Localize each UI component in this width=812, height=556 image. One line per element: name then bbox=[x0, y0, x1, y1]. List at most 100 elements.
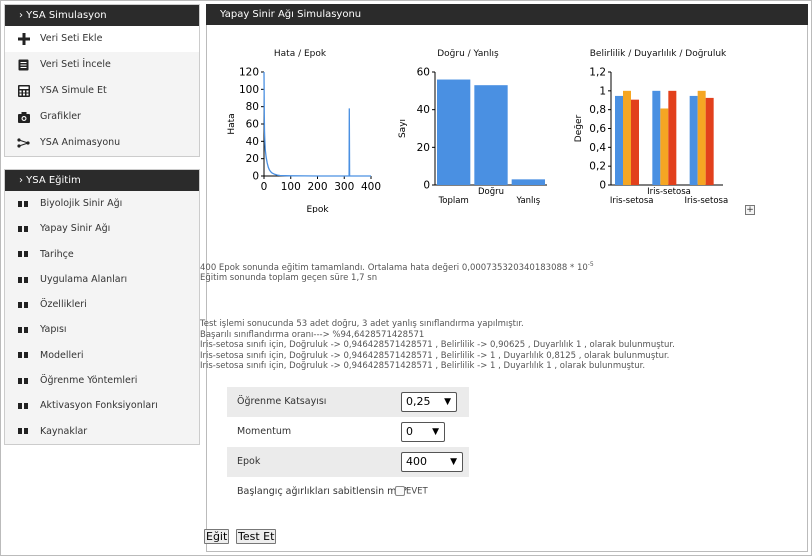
bar bbox=[668, 90, 677, 185]
bullet-icon bbox=[17, 375, 30, 387]
x-tick-label: 200 bbox=[307, 181, 327, 193]
bullet-icon bbox=[17, 349, 30, 361]
x-tick-label: Iris-setosa bbox=[610, 196, 654, 206]
bar bbox=[689, 95, 698, 185]
sidebar-item-artificial-nn[interactable]: Yapay Sinir Ağı bbox=[5, 216, 199, 241]
train-button[interactable]: Eğit bbox=[204, 529, 230, 544]
x-tick-label: Doğru bbox=[478, 187, 504, 197]
sidebar-item-animation[interactable]: YSA Animasyonu bbox=[5, 130, 199, 156]
bullet-icon bbox=[17, 400, 30, 412]
test-info: Test işlemi sonucunda 53 adet doğru, 3 a… bbox=[200, 319, 675, 372]
chart-title-metrics: Belirlilik / Duyarlılık / Doğruluk bbox=[589, 49, 727, 59]
error-epoch-chart: 0 20 40 60 80 100 120 Hata Epok 0 100 200 300 400 bbox=[227, 67, 381, 214]
y-tick-label: 40 bbox=[246, 136, 259, 148]
test-result-text: Test işlemi sonucunda 53 adet doğru, 3 a… bbox=[200, 319, 524, 329]
sidebar-item-label: Aktivasyon Fonksiyonları bbox=[40, 400, 158, 412]
sidebar-item-simulate[interactable]: YSA Simule Et bbox=[5, 78, 199, 104]
network-icon bbox=[17, 137, 30, 149]
sidebar-item-label: Grafikler bbox=[40, 111, 81, 122]
bar bbox=[697, 90, 706, 185]
sidebar-item-add-dataset[interactable]: Veri Seti Ekle bbox=[5, 26, 199, 52]
bar bbox=[623, 90, 631, 185]
camera-icon bbox=[17, 111, 30, 123]
metrics-chart: 00,20,40,60,811,2DeğerSınıfIris-setosaIr… bbox=[574, 67, 728, 207]
bullet-icon bbox=[17, 425, 30, 437]
epoch-row: Epok 400 ▼ bbox=[227, 447, 469, 477]
bar bbox=[705, 97, 714, 185]
chevron-down-icon: ▼ bbox=[432, 427, 439, 437]
sidebar-item-label: Öğrenme Yöntemleri bbox=[40, 375, 138, 387]
sidebar-item-references[interactable]: Kaynaklar bbox=[5, 419, 199, 444]
bar bbox=[437, 79, 471, 185]
sidebar-item-applications[interactable]: Uygulama Alanları bbox=[5, 267, 199, 292]
plus-icon bbox=[17, 33, 30, 45]
y-tick-label: 1 bbox=[599, 85, 606, 97]
learning-rate-select[interactable]: 0,25 ▼ bbox=[401, 392, 457, 412]
sidebar-item-features[interactable]: Özellikleri bbox=[5, 292, 199, 317]
training-result-text: 400 Epok sonunda eğitim tamamlandı. Orta… bbox=[200, 261, 594, 273]
learning-rate-label: Öğrenme Katsayısı bbox=[237, 396, 327, 407]
sidebar-panel-title[interactable]: › YSA Simulasyon bbox=[5, 5, 199, 26]
learning-rate-row: Öğrenme Katsayısı 0,25 ▼ bbox=[227, 387, 469, 417]
y-axis-label: Değer bbox=[574, 114, 584, 142]
momentum-row: Momentum 0 ▼ bbox=[227, 417, 469, 447]
chart-title-error: Hata / Epok bbox=[273, 49, 327, 59]
correct-wrong-chart: 0204060SayıDeğerToplamDoğruYanlış bbox=[398, 67, 547, 206]
y-tick-label: 0 bbox=[599, 180, 606, 192]
fixed-weights-row: Başlangıç ağırlıkları sabitlensin mi ? E… bbox=[227, 477, 469, 507]
x-tick-label: 0 bbox=[261, 181, 268, 193]
sidebar-item-activation-functions[interactable]: Aktivasyon Fonksiyonları bbox=[5, 393, 199, 418]
y-axis-label: Sayı bbox=[398, 119, 408, 138]
sidebar-item-learning-methods[interactable]: Öğrenme Yöntemleri bbox=[5, 368, 199, 393]
bullet-icon bbox=[17, 274, 30, 286]
epoch-select[interactable]: 400 ▼ bbox=[401, 452, 463, 472]
fixed-weights-option: EVET bbox=[395, 486, 428, 497]
sidebar-item-biological-nn[interactable]: Biyolojik Sinir Ağı bbox=[5, 191, 199, 216]
sidebar-item-models[interactable]: Modelleri bbox=[5, 343, 199, 368]
sidebar-panel-simulation: › YSA Simulasyon Veri Seti Ekle Veri Set… bbox=[4, 4, 200, 157]
sidebar-item-label: Modelleri bbox=[40, 349, 84, 361]
y-tick-label: 100 bbox=[239, 84, 259, 96]
sidebar-panel-training: › YSA Eğitim Biyolojik Sinir Ağı Yapay S… bbox=[4, 169, 200, 445]
y-tick-label: 0,4 bbox=[589, 142, 606, 154]
test-button[interactable]: Test Et bbox=[236, 529, 277, 544]
class-result-text: Iris-setosa sınıfı için, Doğruluk -> 0,9… bbox=[200, 350, 670, 361]
chevron-down-icon: ▼ bbox=[444, 397, 451, 407]
fixed-weights-label: Başlangıç ağırlıkları sabitlensin mi ? bbox=[237, 486, 408, 497]
sidebar-item-label: YSA Simule Et bbox=[40, 85, 107, 96]
training-info: 400 Epok sonunda eğitim tamamlandı. Orta… bbox=[200, 260, 594, 284]
momentum-select[interactable]: 0 ▼ bbox=[401, 422, 445, 442]
y-tick-label: 1,2 bbox=[589, 67, 606, 79]
bar bbox=[474, 85, 508, 185]
y-tick-label: 0 bbox=[423, 180, 430, 192]
chart-title-correct-wrong: Doğru / Yanlış bbox=[437, 49, 499, 59]
sidebar-panel-title[interactable]: › YSA Eğitim bbox=[5, 170, 199, 191]
expand-button[interactable]: + bbox=[745, 205, 755, 215]
y-tick-label: 60 bbox=[246, 119, 259, 131]
y-tick-label: 40 bbox=[417, 104, 430, 116]
sidebar-item-history[interactable]: Tarihçe bbox=[5, 242, 199, 267]
sidebar-item-structure[interactable]: Yapısı bbox=[5, 317, 199, 342]
bar bbox=[615, 95, 623, 185]
success-rate-text: Başarılı sınıflandırma oranı---> %94,642… bbox=[200, 329, 425, 340]
x-tick-label: 100 bbox=[281, 181, 301, 193]
fixed-weights-checkbox[interactable] bbox=[395, 486, 405, 496]
x-tick-label: Yanlış bbox=[515, 196, 540, 206]
sidebar-item-label: Özellikleri bbox=[40, 299, 87, 311]
training-time-text: Eğitim sonunda toplam geçen süre 1,7 sn bbox=[200, 273, 378, 284]
sidebar-item-label: YSA Animasyonu bbox=[40, 137, 121, 148]
bullet-icon bbox=[17, 223, 30, 235]
sidebar-item-label: Yapay Sinir Ağı bbox=[40, 223, 111, 235]
x-axis-label: Epok bbox=[306, 205, 329, 213]
sidebar-item-label: Uygulama Alanları bbox=[40, 273, 128, 285]
bar bbox=[652, 90, 661, 185]
settings-form: Öğrenme Katsayısı 0,25 ▼ Momentum 0 ▼ Epok… bbox=[227, 387, 469, 507]
x-tick-label: Iris-setosa bbox=[684, 196, 728, 206]
sidebar-item-inspect-dataset[interactable]: Veri Seti İncele bbox=[5, 52, 199, 78]
sidebar-item-charts[interactable]: Grafikler bbox=[5, 104, 199, 130]
sidebar-item-label: Tarihçe bbox=[40, 248, 74, 260]
y-axis-label: Hata bbox=[227, 113, 237, 134]
x-tick-label: 300 bbox=[334, 181, 354, 193]
momentum-label: Momentum bbox=[237, 426, 292, 437]
y-tick-label: 0,6 bbox=[589, 123, 606, 135]
